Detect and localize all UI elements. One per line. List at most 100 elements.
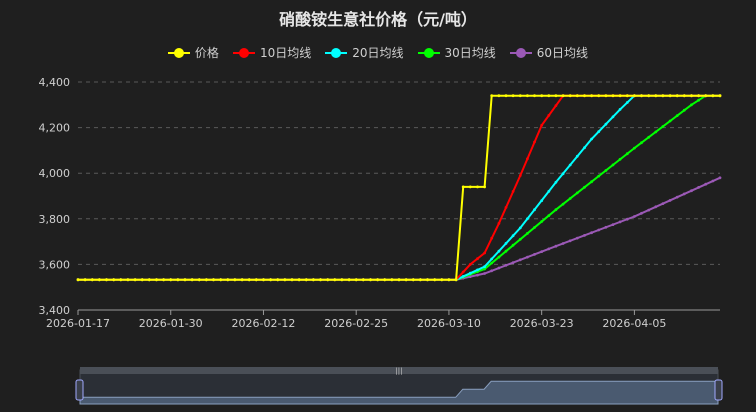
data-point bbox=[383, 278, 387, 282]
data-point bbox=[526, 255, 529, 259]
data-point bbox=[690, 189, 693, 193]
y-tick-label: 4,200 bbox=[39, 122, 71, 135]
data-point bbox=[233, 278, 237, 282]
data-point bbox=[98, 278, 101, 282]
data-point bbox=[447, 278, 451, 282]
series-line bbox=[78, 94, 720, 281]
zoom-handle-left[interactable] bbox=[75, 379, 84, 401]
data-point bbox=[511, 190, 515, 193]
data-point bbox=[654, 94, 658, 98]
data-point bbox=[640, 211, 643, 215]
line-chart: 3,400 3,600 3,800 4,000 4,200 4,400 2026-01-17… bbox=[39, 76, 723, 405]
data-point bbox=[347, 278, 351, 282]
data-point bbox=[212, 278, 215, 282]
data-point bbox=[511, 94, 515, 98]
data-point bbox=[647, 208, 651, 212]
data-point bbox=[697, 186, 700, 189]
data-point bbox=[476, 268, 479, 272]
y-tick-label: 3,400 bbox=[39, 304, 71, 317]
data-point bbox=[554, 104, 558, 107]
data-point bbox=[483, 265, 486, 269]
data-point bbox=[568, 239, 572, 243]
data-point bbox=[226, 278, 230, 282]
data-point bbox=[105, 278, 108, 282]
data-point bbox=[554, 244, 558, 248]
data-point bbox=[554, 208, 558, 212]
data-point bbox=[618, 157, 622, 161]
data-point bbox=[711, 179, 715, 183]
series-line bbox=[78, 94, 720, 281]
data-point bbox=[133, 278, 137, 282]
data-point bbox=[76, 278, 80, 282]
data-point bbox=[533, 226, 536, 229]
zoom-handle-right[interactable] bbox=[714, 379, 723, 401]
data-point bbox=[490, 261, 494, 265]
data-point bbox=[568, 163, 572, 167]
y-tick-label: 4,400 bbox=[39, 76, 71, 89]
data-point bbox=[561, 94, 565, 98]
chart-container: 硝酸铵生意社价格（元/吨） 价格 10日均线 20日均线 30日均线 60日均线 3,4… bbox=[0, 0, 756, 412]
data-point bbox=[490, 269, 494, 273]
data-point bbox=[518, 94, 522, 98]
data-point bbox=[526, 217, 529, 221]
data-point bbox=[604, 122, 608, 126]
data-point bbox=[526, 157, 529, 161]
data-point bbox=[575, 191, 579, 195]
data-point bbox=[454, 278, 458, 282]
data-point bbox=[240, 278, 244, 282]
data-point bbox=[333, 278, 337, 282]
data-point bbox=[247, 278, 251, 282]
data-point bbox=[561, 242, 565, 245]
data-point bbox=[547, 94, 551, 98]
data-point bbox=[304, 278, 308, 282]
data-point bbox=[497, 266, 501, 270]
data-point bbox=[540, 123, 544, 127]
data-point bbox=[611, 94, 615, 98]
data-point bbox=[654, 130, 658, 134]
data-point bbox=[583, 94, 586, 98]
data-point bbox=[361, 278, 365, 282]
data-point bbox=[147, 278, 151, 282]
data-point bbox=[604, 94, 608, 98]
data-point bbox=[468, 271, 472, 275]
data-point bbox=[668, 94, 672, 98]
data-point bbox=[533, 208, 536, 212]
data-point bbox=[583, 146, 586, 150]
data-point bbox=[668, 199, 672, 202]
data-point bbox=[497, 222, 501, 225]
data-point bbox=[675, 94, 679, 98]
data-point bbox=[654, 205, 658, 209]
data-point bbox=[668, 119, 672, 123]
data-point bbox=[504, 249, 508, 253]
data-point bbox=[625, 152, 629, 156]
data-point bbox=[312, 278, 315, 282]
data-point bbox=[504, 242, 508, 245]
data-point bbox=[611, 163, 615, 167]
data-point bbox=[568, 94, 572, 98]
data-point bbox=[575, 236, 579, 240]
data-point bbox=[682, 94, 686, 98]
data-point bbox=[547, 247, 551, 251]
data-point bbox=[404, 278, 408, 282]
data-point bbox=[690, 103, 693, 107]
data-point bbox=[197, 278, 201, 282]
data-point bbox=[283, 278, 287, 282]
data-point bbox=[554, 180, 558, 184]
data-point bbox=[540, 94, 544, 98]
y-tick-label: 4,000 bbox=[39, 167, 71, 180]
data-point bbox=[533, 253, 536, 256]
data-point bbox=[597, 174, 601, 178]
data-point bbox=[262, 278, 265, 282]
data-point bbox=[490, 257, 494, 261]
data-point bbox=[190, 278, 194, 282]
data-point bbox=[490, 94, 494, 98]
data-point bbox=[526, 232, 529, 235]
x-tick-label: 2026-03-10 bbox=[417, 317, 481, 330]
data-point bbox=[476, 273, 479, 277]
data-point bbox=[625, 217, 629, 221]
data-point bbox=[590, 231, 593, 235]
data-point bbox=[461, 270, 465, 274]
data-point bbox=[540, 199, 544, 203]
data-point bbox=[476, 257, 479, 261]
data-point bbox=[490, 236, 494, 240]
